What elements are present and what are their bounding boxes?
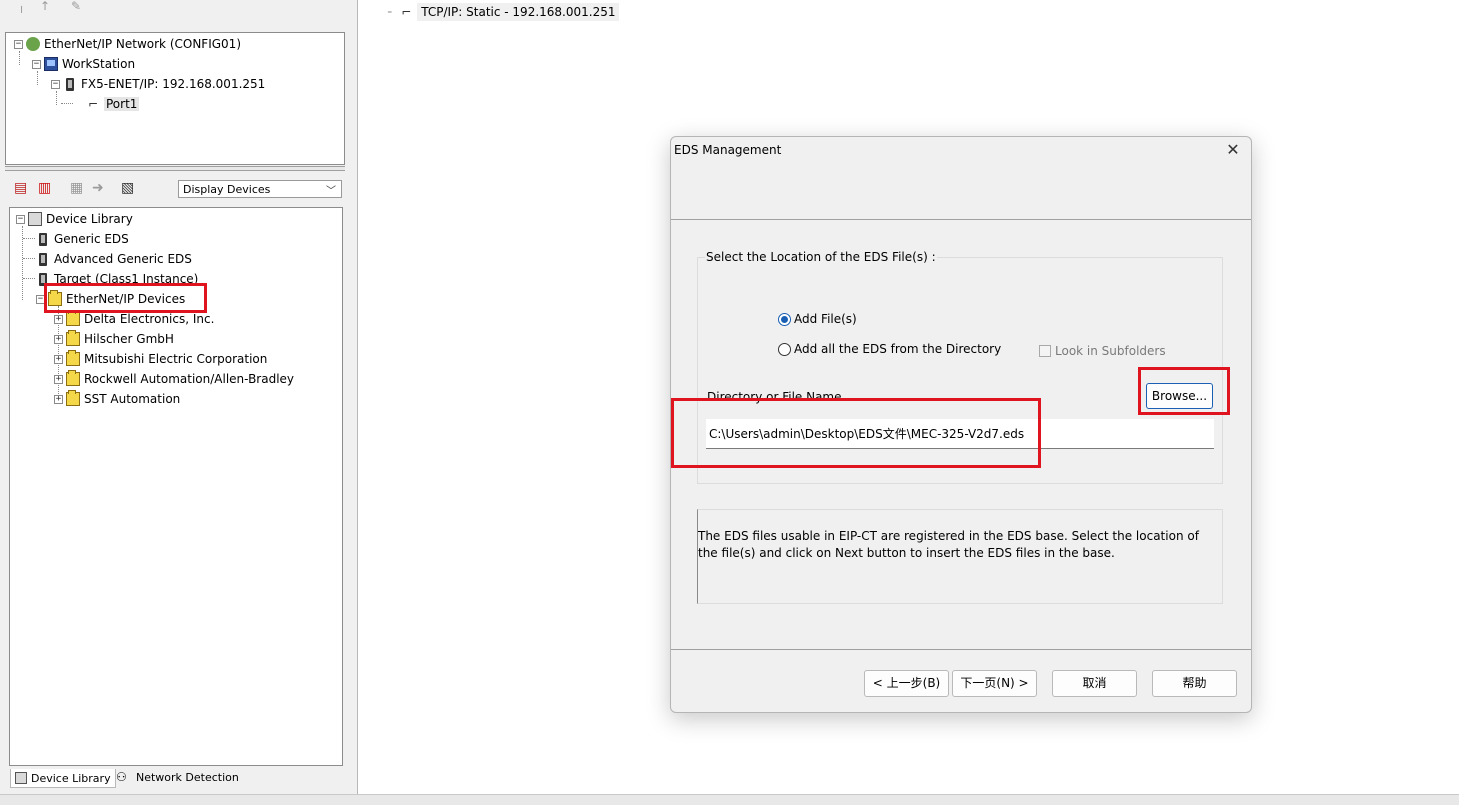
tree-node-vendor[interactable]: + Hilscher GmbH bbox=[54, 330, 174, 348]
device-icon bbox=[66, 77, 74, 91]
chevron-down-icon: ﹀ bbox=[326, 186, 336, 197]
device-library-tree: − Device Library Generic EDS Advanced Ge… bbox=[9, 207, 343, 766]
folder-icon bbox=[66, 330, 80, 346]
folder-icon bbox=[66, 370, 80, 386]
next-button[interactable]: 下一页(N) > bbox=[952, 670, 1037, 697]
help-button[interactable]: 帮助 bbox=[1152, 670, 1237, 697]
location-group bbox=[697, 257, 1223, 484]
network-tree: − EtherNet/IP Network (CONFIG01) − WorkS… bbox=[5, 32, 345, 165]
browse-button[interactable]: Browse... bbox=[1146, 383, 1213, 409]
expand-icon[interactable]: + bbox=[54, 394, 63, 404]
tree-node-workstation[interactable]: − WorkStation bbox=[32, 55, 135, 73]
divider bbox=[671, 219, 1251, 220]
expand-icon[interactable]: + bbox=[54, 354, 63, 364]
location-group-label: Select the Location of the EDS File(s) : bbox=[705, 250, 937, 264]
library-icon bbox=[28, 212, 42, 226]
forward-arrow-icon[interactable]: ➜ bbox=[92, 181, 104, 195]
left-panel: ╷ ↑ ✎ − EtherNet/IP Network (CONFIG01) −… bbox=[0, 0, 358, 794]
up-arrow-icon[interactable]: ↑ bbox=[40, 0, 50, 12]
toolbar-icon-1[interactable]: ╷ bbox=[18, 0, 25, 12]
workstation-icon bbox=[44, 57, 58, 71]
tree-node-generic-eds[interactable]: Generic EDS bbox=[36, 230, 129, 248]
dialog-title: EDS Management bbox=[674, 143, 782, 157]
tree-node-device-library[interactable]: − Device Library bbox=[16, 210, 133, 228]
device-icon bbox=[39, 272, 47, 286]
path-input[interactable]: C:\Users\admin\Desktop\EDS文件\MEC-325-V2d… bbox=[706, 419, 1214, 449]
collapse-icon[interactable]: − bbox=[16, 214, 25, 224]
top-toolbar: ╷ ↑ ✎ bbox=[0, 0, 357, 14]
tree-node-vendor[interactable]: + SST Automation bbox=[54, 390, 180, 408]
tree-node-port[interactable]: ⌐ Port1 bbox=[86, 95, 140, 113]
tree-node-ethernetip-devices[interactable]: − EtherNet/IP Devices bbox=[36, 290, 185, 308]
back-button[interactable]: < 上一步(B) bbox=[864, 670, 949, 697]
tcpip-node[interactable]: ╴ ⌐ TCP/IP: Static - 192.168.001.251 bbox=[388, 2, 620, 22]
collapse-icon[interactable]: − bbox=[36, 294, 45, 304]
device-icon bbox=[39, 252, 47, 266]
folder-icon bbox=[48, 290, 62, 306]
remove-eds-icon[interactable]: ▥ bbox=[38, 181, 51, 195]
splitter[interactable] bbox=[5, 166, 345, 171]
tree-node-vendor[interactable]: + Delta Electronics, Inc. bbox=[54, 310, 214, 328]
port-icon: ⌐ bbox=[401, 5, 412, 19]
divider bbox=[671, 649, 1251, 650]
display-select[interactable]: Display Devices ﹀ bbox=[178, 180, 342, 198]
eds-management-dialog: EDS Management ✕ Select the Location of … bbox=[670, 136, 1252, 713]
port-icon: ⌐ bbox=[87, 97, 99, 111]
folder-icon bbox=[66, 390, 80, 406]
radio-add-files[interactable]: Add File(s) bbox=[778, 312, 857, 326]
checkbox-look-in-subfolders[interactable]: Look in Subfolders bbox=[1039, 344, 1166, 358]
device-icon bbox=[39, 232, 47, 246]
collapse-icon[interactable]: − bbox=[51, 79, 60, 89]
tool-icon[interactable]: ✎ bbox=[71, 0, 81, 12]
radio-checked-icon[interactable] bbox=[778, 312, 791, 326]
tree-node-device[interactable]: − FX5-ENET/IP: 192.168.001.251 bbox=[51, 75, 265, 93]
expand-icon[interactable]: + bbox=[54, 314, 63, 324]
collapse-icon[interactable]: − bbox=[32, 59, 41, 69]
collapse-icon[interactable]: − bbox=[14, 39, 23, 49]
status-bar bbox=[0, 794, 1459, 805]
library-icon bbox=[15, 772, 27, 784]
bottom-tabs: Device Library ⚇ Network Detection bbox=[8, 767, 348, 789]
expand-icon[interactable]: + bbox=[54, 334, 63, 344]
cancel-button[interactable]: 取消 bbox=[1052, 670, 1137, 697]
export-icon[interactable]: ▧ bbox=[121, 181, 134, 195]
checkbox-icon[interactable] bbox=[1039, 345, 1051, 357]
properties-icon[interactable]: ▦ bbox=[70, 181, 83, 195]
radio-unchecked-icon[interactable] bbox=[778, 342, 791, 356]
folder-icon bbox=[66, 350, 80, 366]
tree-node-network[interactable]: − EtherNet/IP Network (CONFIG01) bbox=[14, 35, 241, 53]
tree-node-vendor[interactable]: + Mitsubishi Electric Corporation bbox=[54, 350, 267, 368]
network-icon bbox=[26, 37, 40, 51]
network-detection-icon: ⚇ bbox=[116, 770, 127, 784]
add-eds-icon[interactable]: ▤ bbox=[14, 181, 27, 195]
close-icon[interactable]: ✕ bbox=[1223, 140, 1243, 160]
tab-device-library[interactable]: Device Library bbox=[10, 769, 116, 788]
radio-add-directory[interactable]: Add all the EDS from the Directory bbox=[778, 342, 1001, 356]
tab-network-detection[interactable]: ⚇ Network Detection bbox=[114, 768, 241, 786]
info-text: The EDS files usable in EIP-CT are regis… bbox=[697, 509, 1223, 604]
directory-label: Directory or File Name bbox=[707, 390, 842, 404]
tree-node-target-class1[interactable]: Target (Class1 Instance) bbox=[36, 270, 198, 288]
folder-icon bbox=[66, 310, 80, 326]
tree-node-vendor[interactable]: + Rockwell Automation/Allen-Bradley bbox=[54, 370, 294, 388]
tree-node-advanced-generic-eds[interactable]: Advanced Generic EDS bbox=[36, 250, 192, 268]
expand-icon[interactable]: + bbox=[54, 374, 63, 384]
